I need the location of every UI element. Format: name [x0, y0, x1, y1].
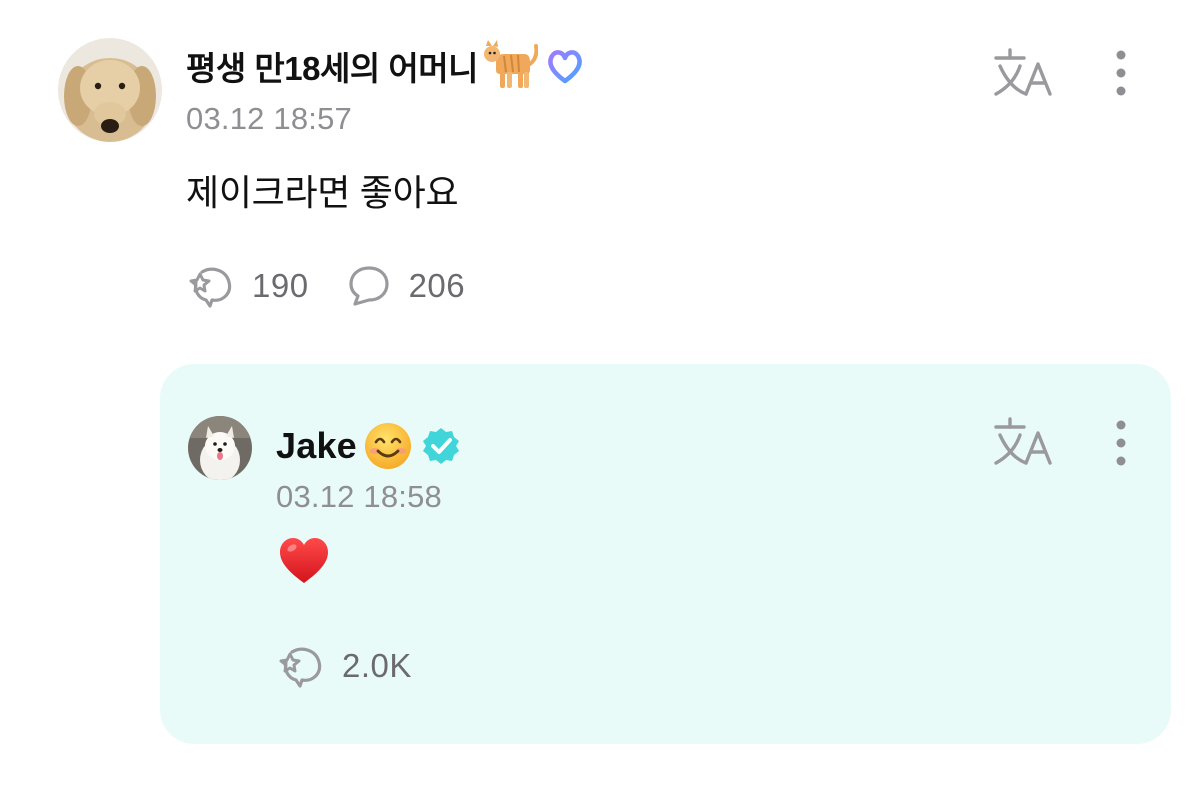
translate-icon: [994, 417, 1052, 465]
white-dog-avatar-icon: [188, 416, 252, 480]
like-button[interactable]: 2.0K: [276, 640, 412, 692]
reply-button[interactable]: 206: [343, 260, 466, 312]
translate-button[interactable]: [990, 415, 1056, 469]
like-count: 2.0K: [342, 647, 412, 684]
more-vertical-icon: [1116, 420, 1126, 466]
cat-emoji-icon: [483, 40, 539, 92]
like-button[interactable]: 190: [186, 260, 309, 312]
more-vertical-icon: [1116, 50, 1126, 96]
reply-author-row: Jake: [276, 416, 461, 476]
smiling-face-emoji-icon: [363, 421, 413, 471]
more-options-button[interactable]: [1108, 48, 1134, 102]
reply-author-name[interactable]: Jake: [276, 425, 357, 467]
comment: 평생 만18세의 어머니 03.12 18:57 제이크라면 좋아요 190 2…: [0, 0, 1200, 330]
avatar[interactable]: [58, 38, 162, 142]
reply-count: 206: [408, 267, 466, 304]
translate-button[interactable]: [990, 46, 1056, 100]
more-options-button[interactable]: [1108, 418, 1134, 472]
sparkle-like-icon: [186, 260, 238, 312]
heart-outline-badge-icon: [544, 45, 586, 87]
verified-badge-icon: [421, 426, 461, 466]
reply-card: Jake 03.12 18:58 2.0K: [160, 364, 1171, 744]
like-count: 190: [252, 267, 309, 304]
comment-actions: 190 206: [186, 260, 499, 312]
sparkle-like-icon: [276, 640, 328, 692]
red-heart-emoji-icon: [278, 536, 330, 586]
speech-bubble-icon: [343, 260, 395, 312]
reply-timestamp: 03.12 18:58: [276, 479, 442, 514]
comment-timestamp: 03.12 18:57: [186, 101, 352, 136]
comment-text: 제이크라면 좋아요: [186, 172, 459, 213]
translate-icon: [994, 48, 1052, 96]
reply-actions: 2.0K: [276, 640, 446, 692]
comment-author-name[interactable]: 평생 만18세의 어머니: [186, 42, 478, 90]
plush-dog-avatar-icon: [58, 38, 162, 142]
comment-thread: 평생 만18세의 어머니 03.12 18:57 제이크라면 좋아요 190 2…: [0, 0, 1200, 787]
avatar[interactable]: [188, 416, 252, 480]
comment-author-row: 평생 만18세의 어머니: [186, 40, 586, 92]
